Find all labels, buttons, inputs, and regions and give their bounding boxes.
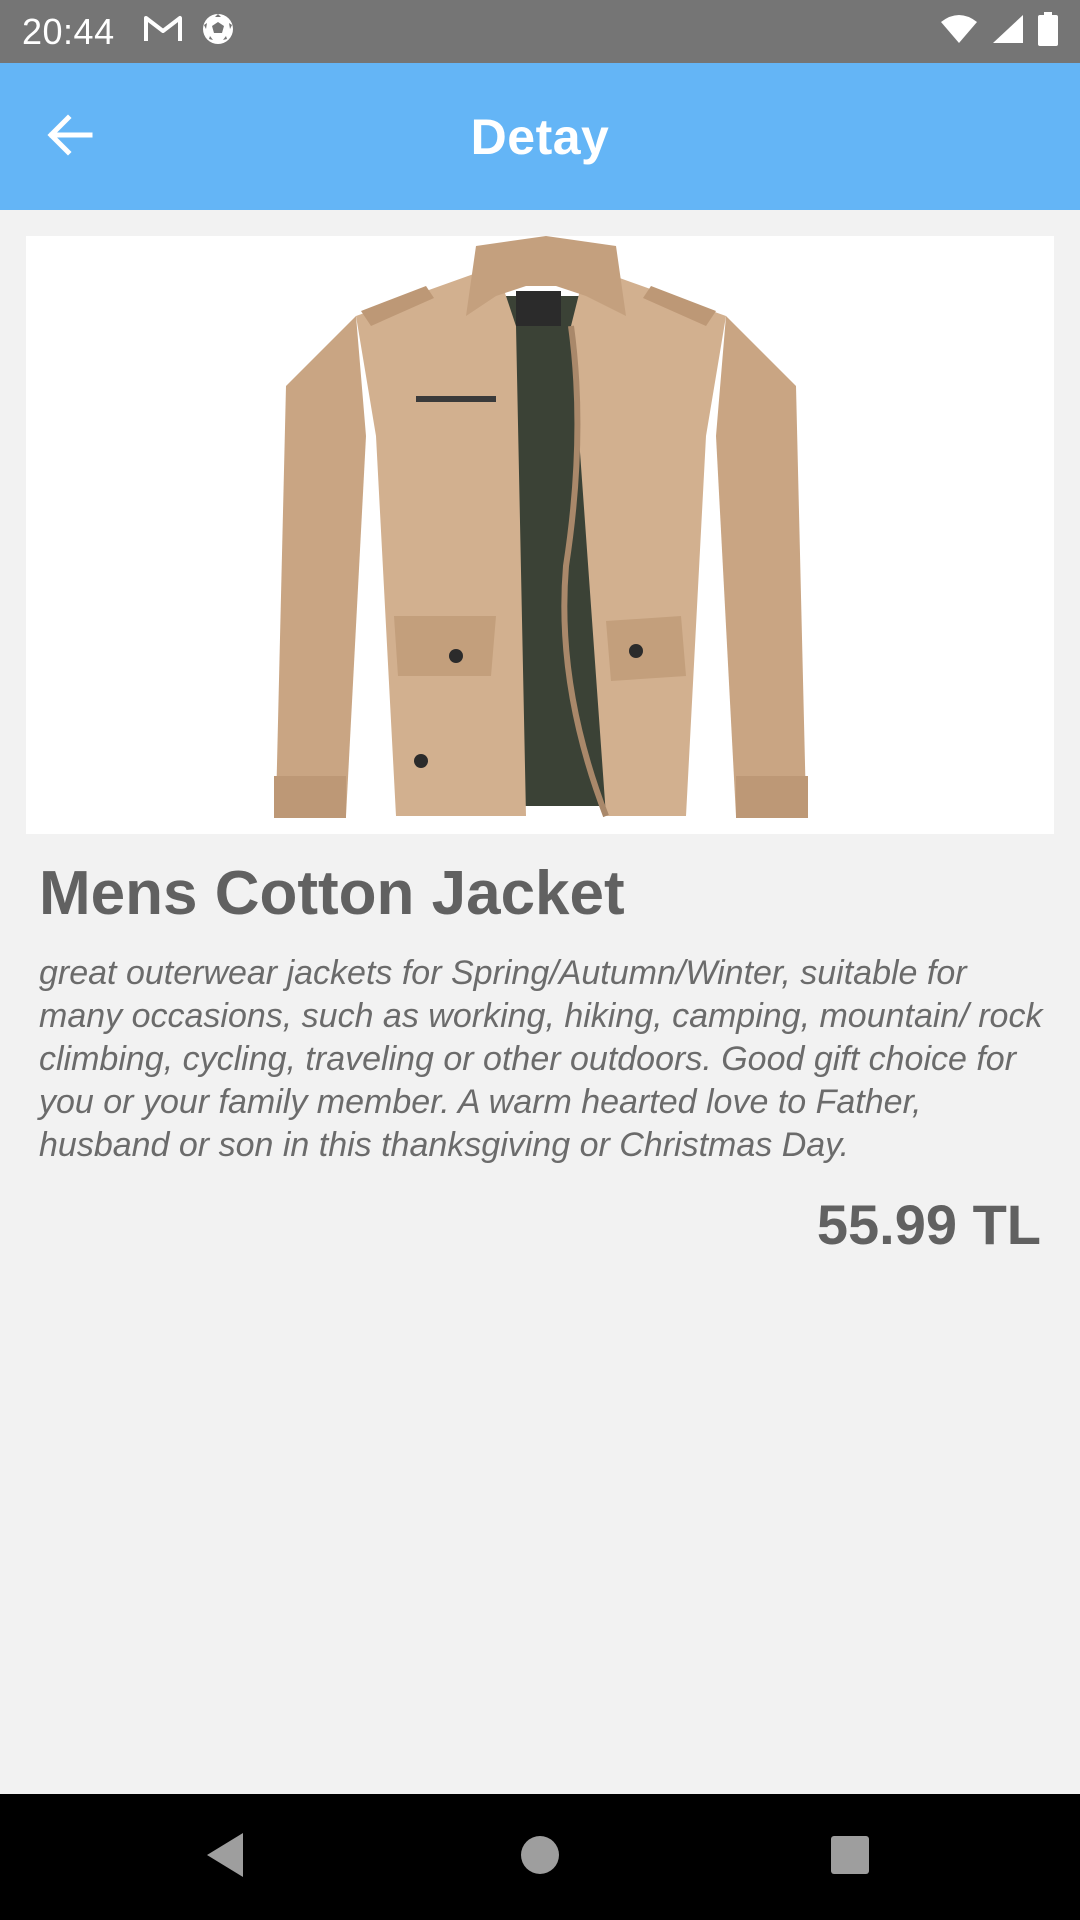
wifi-icon bbox=[940, 14, 978, 49]
recents-square-icon bbox=[828, 1833, 872, 1882]
page-title: Detay bbox=[470, 108, 610, 165]
nav-home-button[interactable] bbox=[507, 1824, 573, 1890]
product-image bbox=[26, 236, 1054, 834]
home-circle-icon bbox=[518, 1833, 562, 1882]
product-detail-screen: 20:44 Detay Mens Cotton Jacket great out… bbox=[0, 0, 1080, 1920]
signal-icon bbox=[992, 14, 1024, 49]
product-price: 55.99 TL bbox=[816, 1193, 1041, 1256]
arrow-back-icon bbox=[46, 113, 94, 162]
soccer-ball-icon bbox=[201, 12, 235, 51]
status-notification-icons bbox=[143, 12, 235, 51]
status-bar: 20:44 bbox=[0, 0, 1080, 63]
status-system-icons bbox=[940, 12, 1058, 51]
app-bar: Detay bbox=[0, 63, 1080, 210]
nav-back-button[interactable] bbox=[192, 1824, 258, 1890]
battery-icon bbox=[1038, 12, 1058, 51]
back-triangle-icon bbox=[203, 1831, 247, 1884]
back-button[interactable] bbox=[30, 97, 110, 177]
product-description: great outerwear jackets for Spring/Autum… bbox=[39, 954, 1043, 1164]
jacket-illustration bbox=[274, 236, 808, 818]
product-title: Mens Cotton Jacket bbox=[39, 859, 625, 928]
nav-recents-button[interactable] bbox=[817, 1824, 883, 1890]
status-time: 20:44 bbox=[22, 10, 115, 52]
gmail-icon bbox=[143, 14, 183, 49]
system-nav-bar bbox=[0, 1794, 1080, 1920]
